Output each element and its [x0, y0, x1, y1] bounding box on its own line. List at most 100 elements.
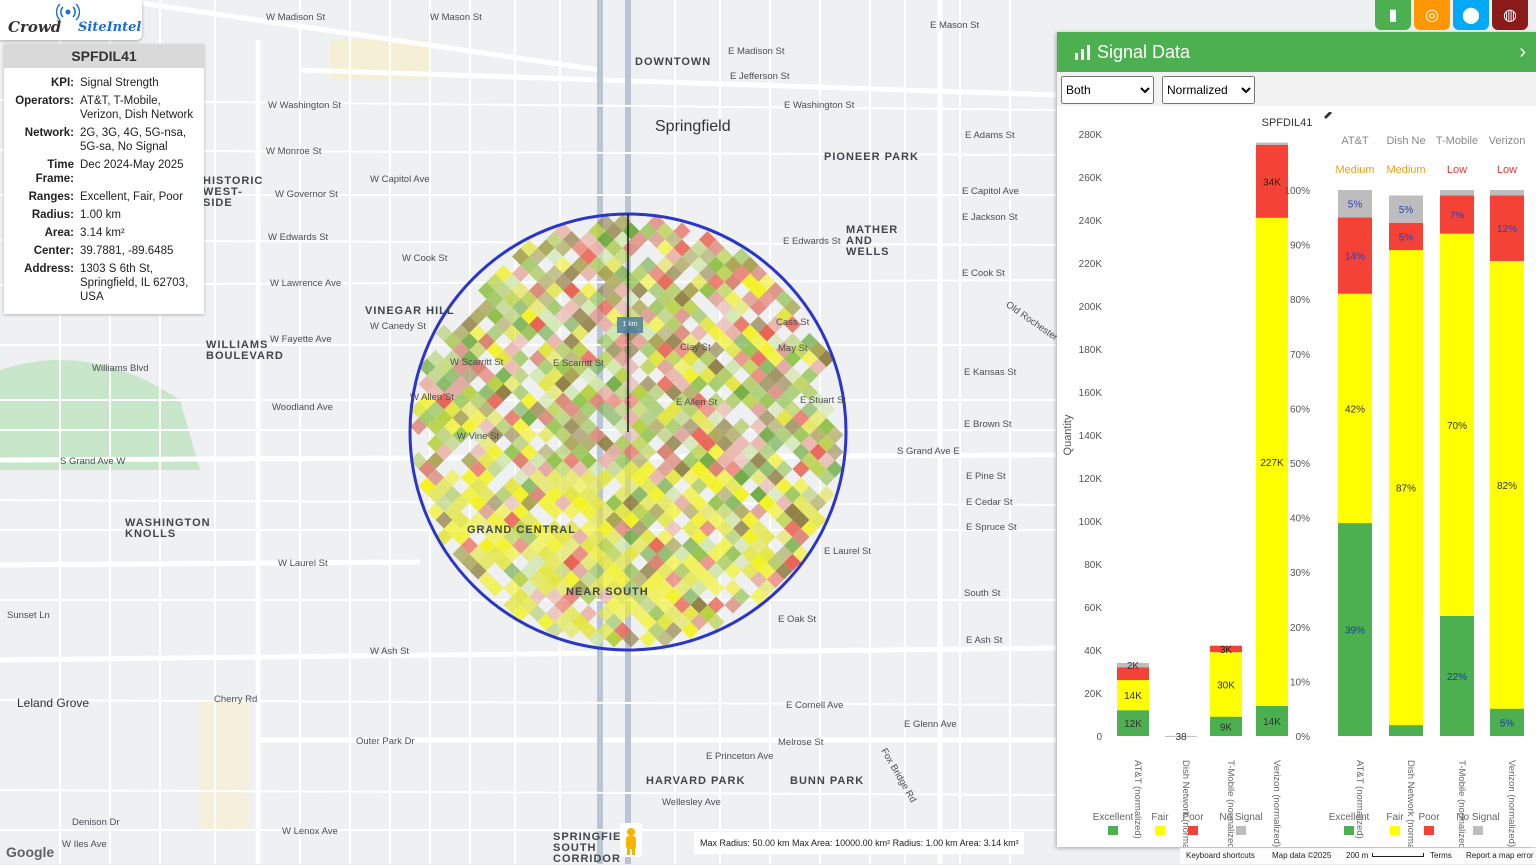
y-tick-label: 40% [1290, 514, 1310, 525]
target-icon: ◎ [1425, 7, 1439, 24]
street-label: E Washington St [784, 100, 855, 111]
legend-label: Poor [1182, 812, 1204, 823]
x-category-label: T-Mobile (normalized) [1456, 760, 1467, 847]
bar-data-label: 7% [1450, 211, 1465, 222]
y-tick-label: 60% [1290, 404, 1310, 415]
info-value: AT&T, T-Mobile, Verizon, Dish Network [80, 95, 194, 121]
y-tick-label: 140K [1079, 431, 1103, 442]
area-leland-grove: Leland Grove [17, 696, 90, 710]
info-row: Time Frame: Dec 2024-May 2025 [4, 156, 204, 188]
bar-data-label: 82% [1497, 481, 1517, 492]
map-pin-button[interactable]: ⬤ [1453, 0, 1489, 30]
street-label: E Brown St [964, 419, 1012, 430]
street-label: E Kansas St [964, 367, 1017, 378]
street-label: E Jefferson St [730, 71, 790, 82]
street-label: E Glenn Ave [904, 719, 957, 730]
edit-icon [1324, 112, 1332, 119]
y-tick-label: 20K [1084, 689, 1102, 700]
mode-select[interactable]: Both [1061, 76, 1154, 104]
street-label: E Jackson St [962, 212, 1018, 223]
info-key: Network: [24, 127, 74, 139]
info-key: Time Frame: [35, 159, 74, 185]
map-scale-info: Max Radius: 50.00 km Max Area: 10000.00 … [694, 832, 1024, 854]
info-value: Dec 2024-May 2025 [80, 159, 184, 171]
street-label: W Laurel St [278, 558, 328, 569]
normalization-select[interactable]: Normalized [1162, 76, 1255, 104]
street-label: W Governor St [275, 189, 338, 200]
street-label: W Monroe St [266, 146, 322, 157]
google-logo: Google [6, 844, 55, 860]
y-tick-label: 200K [1079, 302, 1103, 313]
report-error-link[interactable]: Report a map error [1466, 848, 1534, 864]
street-label: W Fayette Ave [270, 334, 332, 345]
y-tick-label: 100% [1284, 186, 1310, 197]
legend-label: Fair [1386, 812, 1404, 823]
info-row: KPI: Signal Strength [4, 74, 204, 92]
city-label: Springfield [655, 118, 731, 135]
street-label: W Scarritt St [450, 357, 504, 368]
info-value: 39.7881, -89.6485 [80, 245, 174, 257]
street-label: E Stuart St [800, 395, 846, 406]
street-label: E Cornell Ave [786, 700, 844, 711]
info-value: Signal Strength [80, 77, 159, 89]
bar-data-label: 14K [1263, 717, 1281, 728]
x-category-label: T-Mobile (normalized) [1225, 760, 1236, 847]
street-label: Sunset Ln [7, 610, 50, 621]
y-tick-label: 40K [1084, 646, 1102, 657]
street-label: W Cook St [402, 253, 448, 264]
area-grand-central: GRAND CENTRAL [467, 524, 576, 536]
bar-segment [1256, 142, 1288, 145]
bar-data-label: 22% [1447, 672, 1467, 683]
street-label: Williams Blvd [92, 363, 149, 374]
area-pioneer-park: PIONEER PARK [824, 151, 919, 163]
legend-swatch [1236, 826, 1246, 835]
y-tick-label: 60K [1084, 603, 1102, 614]
area-williams-boulevard: WILLIAMS BOULEVARD [206, 339, 284, 362]
map-attribution: Keyboard shortcuts Map data ©2025 200 m … [1180, 848, 1536, 864]
bar-data-label: 5% [1399, 205, 1414, 216]
terms-link[interactable]: Terms [1430, 848, 1452, 864]
info-value: 3.14 km² [80, 227, 125, 239]
street-label: W Ash St [370, 646, 410, 657]
bar-data-label: 70% [1447, 421, 1467, 432]
bar-data-label: 87% [1396, 484, 1416, 495]
street-label: S Grand Ave W [60, 456, 126, 467]
street-label: W Canedy St [370, 321, 426, 332]
logo-text-crowd: Crowd [8, 18, 62, 36]
map-data-text: Map data ©2025 [1272, 851, 1332, 860]
street-label: E Allen St [676, 397, 718, 408]
collapse-panel-button[interactable]: › [1519, 32, 1526, 72]
bar-chart-button[interactable]: ▮ [1375, 0, 1411, 30]
column-header: Verizon [1489, 135, 1526, 147]
street-label: Woodland Ave [272, 402, 333, 413]
street-label: E Princeton Ave [706, 751, 774, 762]
keyboard-shortcuts-link[interactable]: Keyboard shortcuts [1186, 848, 1255, 864]
bar-data-label: 14K [1124, 691, 1142, 702]
y-tick-label: 70% [1290, 350, 1310, 361]
site-info-panel: SPFDIL41 KPI: Signal Strength Operators: AT… [4, 44, 204, 314]
pegman-button[interactable] [620, 823, 642, 857]
y-tick-label: 50% [1290, 459, 1310, 470]
bar-data-label: 12% [1497, 224, 1517, 235]
target-button[interactable]: ◎ [1414, 0, 1450, 30]
x-category-label: Verizon (normalized) [1506, 760, 1517, 847]
globe-button[interactable]: ◍ [1492, 0, 1528, 30]
signal-charts: SPFDIL41 0 20K 40K 60K 80K 100K 120K 140K 160K 180… [1062, 112, 1526, 847]
app-logo[interactable]: Crowd SiteIntel [0, 0, 142, 40]
legend-swatch [1108, 826, 1118, 835]
info-row: Operators: AT&T, T-Mobile, Verizon, Dish … [4, 92, 204, 124]
area-bunn-park: BUNN PARK [790, 775, 865, 787]
y-tick-label: 0 [1096, 732, 1102, 743]
street-label: W Allen St [410, 392, 454, 403]
info-value: 2G, 3G, 4G, 5G-nsa, 5G-sa, No Signal [80, 127, 187, 153]
area-harvard-park: HARVARD PARK [646, 775, 746, 787]
y-tick-label: 90% [1290, 241, 1310, 252]
y-tick-label: 100K [1079, 517, 1103, 528]
info-key: Operators: [15, 95, 74, 107]
info-key: Area: [44, 227, 74, 239]
rating-label: Low [1497, 164, 1517, 176]
street-label: S Grand Ave E [897, 446, 960, 457]
y-tick-label: 240K [1079, 216, 1103, 227]
y-tick-label: 260K [1079, 173, 1103, 184]
info-row: Area: 3.14 km² [4, 224, 204, 242]
